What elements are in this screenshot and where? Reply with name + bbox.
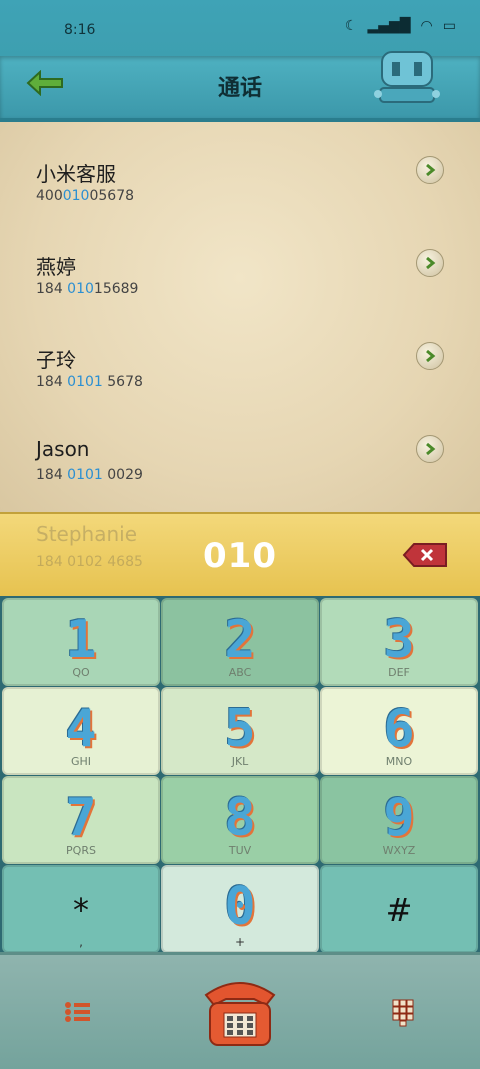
- contact-list: 小米客服 40001005678 燕婷 184 01015689 子玲 184 …: [0, 122, 480, 512]
- status-time: 8:16: [64, 22, 96, 38]
- chevron-right-icon[interactable]: [416, 249, 444, 277]
- contact-name: Jason: [36, 437, 90, 461]
- key-0[interactable]: 0 +: [161, 865, 319, 953]
- moon-icon: ☾: [344, 18, 358, 34]
- bottom-bar: [0, 952, 480, 1069]
- contact-item[interactable]: 燕婷 184 01015689: [0, 225, 480, 317]
- contact-number: 184 0101 0029: [36, 467, 143, 483]
- wifi-icon: ◠: [420, 18, 433, 34]
- list-menu-icon[interactable]: [64, 1001, 92, 1023]
- key-2[interactable]: 2 ABC: [161, 598, 319, 686]
- chevron-right-icon[interactable]: [416, 156, 444, 184]
- key-7[interactable]: 7 PQRS: [2, 776, 160, 864]
- key-9[interactable]: 9 WXYZ: [320, 776, 478, 864]
- key-4[interactable]: 4 GHI: [2, 687, 160, 775]
- key-6[interactable]: 6 MNO: [320, 687, 478, 775]
- key-3[interactable]: 3 DEF: [320, 598, 478, 686]
- dialpad-toggle-icon[interactable]: [392, 999, 414, 1027]
- call-phone-icon[interactable]: [200, 971, 280, 1051]
- key-1[interactable]: 1 QO: [2, 598, 160, 686]
- contact-number: 184 01015689: [36, 281, 139, 297]
- key-5[interactable]: 5 JKL: [161, 687, 319, 775]
- app-header: 通话: [0, 51, 480, 122]
- contact-item[interactable]: 子玲 184 0101 5678: [0, 318, 480, 410]
- dial-display: Stephanie 184 0102 4685 010: [0, 512, 480, 600]
- contact-item[interactable]: Jason 184 0101 0029: [0, 411, 480, 503]
- key-hash[interactable]: #: [320, 865, 478, 953]
- contact-name: 子玲: [36, 348, 76, 372]
- contact-name: 小米客服: [36, 162, 116, 186]
- chevron-right-icon[interactable]: [416, 342, 444, 370]
- contact-item[interactable]: 小米客服 40001005678: [0, 132, 480, 224]
- dial-keypad: 1 QO 2 ABC 3 DEF 4 GHI 5 JKL 6 MNO 7 PQR…: [0, 596, 480, 953]
- chevron-right-icon[interactable]: [416, 435, 444, 463]
- key-star[interactable]: * ,: [2, 865, 160, 953]
- contact-name: 燕婷: [36, 255, 76, 279]
- battery-icon: ▭: [442, 18, 456, 34]
- status-icons: ☾ ▂▄▆█ ◠ ▭: [345, 18, 456, 34]
- robot-icon: [374, 51, 440, 103]
- contact-number: 40001005678: [36, 188, 135, 204]
- contact-number: 184 0101 5678: [36, 374, 143, 390]
- backspace-icon[interactable]: [402, 541, 450, 569]
- signal-icon: ▂▄▆█: [367, 18, 411, 34]
- key-8[interactable]: 8 TUV: [161, 776, 319, 864]
